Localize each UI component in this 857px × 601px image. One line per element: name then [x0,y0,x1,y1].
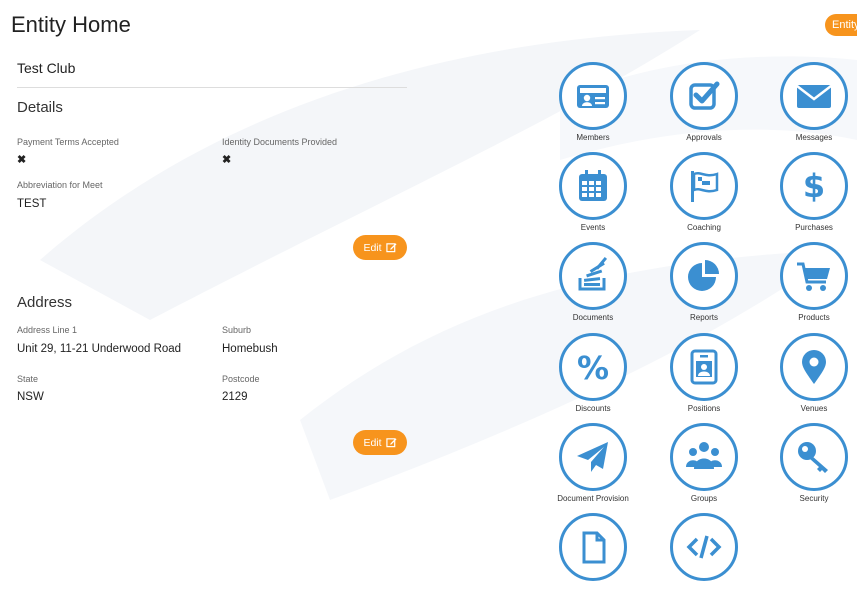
tile-approvals-label: Approvals [686,133,722,142]
cart-icon [780,242,848,310]
details-edit-button[interactable]: Edit [353,235,407,260]
tile-discounts[interactable]: % Discounts [538,333,648,421]
tile-messages[interactable]: Messages [759,62,857,150]
key-icon [780,423,848,491]
address-line1-value: Unit 29, 11-21 Underwood Road [17,343,182,355]
postcode-value: 2129 [222,391,248,403]
tile-code[interactable] [649,513,759,601]
svg-text:%: % [577,349,609,387]
dollar-icon: $ [780,152,848,220]
tile-products[interactable]: Products [759,242,857,330]
tile-document-provision[interactable]: Document Provision [538,423,648,511]
payment-terms-label: Payment Terms Accepted [17,137,119,147]
details-edit-label: Edit [363,241,382,254]
tile-positions-label: Positions [687,404,721,413]
tile-venues-label: Venues [800,404,828,413]
flag-icon [670,152,738,220]
users-icon [670,423,738,491]
address-edit-button[interactable]: Edit [353,430,407,455]
address-edit-label: Edit [363,436,382,449]
tile-groups-label: Groups [690,494,718,503]
tile-members-label: Members [576,133,610,142]
tile-reports[interactable]: Reports [649,242,759,330]
identity-documents-label: Identity Documents Provided [222,137,338,147]
tile-venues[interactable]: Venues [759,333,857,421]
abbreviation-label: Abbreviation for Meet [17,180,103,190]
identity-documents-cross-icon: ✖ [222,154,232,166]
tile-positions[interactable]: Positions [649,333,759,421]
tile-purchases-label: Purchases [795,223,833,232]
stack-icon [559,242,627,310]
tile-file[interactable] [538,513,648,601]
calendar-icon [559,152,627,220]
paper-plane-icon [559,423,627,491]
tile-security[interactable]: Security [759,423,857,511]
suburb-value: Homebush [222,343,278,355]
pie-chart-icon [670,242,738,310]
tile-approvals[interactable]: Approvals [649,62,759,150]
details-heading: Details [17,99,63,116]
tile-members[interactable]: Members [538,62,648,150]
tile-coaching[interactable]: Coaching [649,152,759,240]
tile-coaching-label: Coaching [687,223,721,232]
tile-discounts-label: Discounts [575,404,611,413]
file-icon [559,513,627,581]
tile-purchases[interactable]: $ Purchases [759,152,857,240]
badge-icon [670,333,738,401]
address-line1-label: Address Line 1 [17,325,78,335]
map-marker-icon [780,333,848,401]
tile-events-label: Events [580,223,606,232]
tile-documents[interactable]: Documents [538,242,648,330]
club-name: Test Club [17,60,76,76]
svg-text:$: $ [803,167,825,205]
envelope-icon [780,62,848,130]
divider [17,87,407,88]
tile-products-label: Products [798,313,830,322]
tile-messages-label: Messages [795,133,833,142]
entity-badge[interactable]: Entity [825,14,857,36]
members-icon [559,62,627,130]
postcode-label: Postcode [222,374,260,384]
tile-groups[interactable]: Groups [649,423,759,511]
payment-terms-cross-icon: ✖ [17,154,27,166]
abbreviation-value: TEST [17,198,47,210]
tile-events[interactable]: Events [538,152,648,240]
tile-security-label: Security [799,494,829,503]
page-title: Entity Home [11,12,131,37]
tile-documents-label: Documents [572,313,614,322]
approvals-icon [670,62,738,130]
tile-reports-label: Reports [689,313,718,322]
state-label: State [17,374,39,384]
edit-icon [385,438,397,448]
tile-document-provision-label: Document Provision [557,494,629,503]
suburb-label: Suburb [222,325,252,335]
state-value: NSW [17,391,44,403]
edit-icon [385,243,397,253]
percent-icon: % [559,333,627,401]
address-heading: Address [17,294,73,311]
code-icon [670,513,738,581]
